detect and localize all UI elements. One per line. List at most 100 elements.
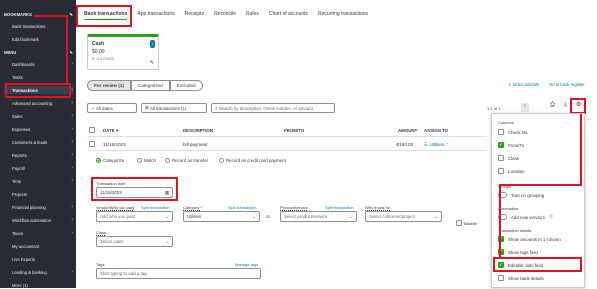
col-assign-to: ASSIGN TO (424, 128, 449, 133)
tab-reconcile[interactable]: Reconcile (214, 11, 236, 20)
product-select[interactable]: Select product/service ⌄ (280, 211, 357, 222)
chevron-right-icon: › (71, 217, 73, 223)
category-select[interactable]: Utilities ⌄ (183, 211, 260, 222)
sidebar-item-reports[interactable]: Reports › (4, 151, 73, 159)
pagination-label: 1-1 of 1 (487, 106, 501, 111)
prev-page-button[interactable]: ‹ (521, 103, 529, 112)
sidebar-item-financial-planning[interactable]: Financial planning › (4, 203, 73, 211)
col-description: DESCRIPTION (183, 128, 214, 133)
print-icon[interactable]: ⎙ (550, 102, 555, 109)
chevron-right-icon: › (71, 204, 73, 210)
row-description: bill payment (183, 142, 208, 147)
sidebar-item-time[interactable]: Time › (4, 177, 73, 185)
add-vendors-toggle[interactable]: Add new vendors ⓘ (498, 214, 553, 220)
tags-input[interactable]: Start typing to add a tag (96, 268, 261, 279)
sidebar-item-customers-leads[interactable]: Customers & leads › (4, 138, 73, 146)
pending-badge: 1 (150, 40, 155, 48)
sidebar-item-workflow-automation[interactable]: Workflow automation › (4, 216, 73, 224)
chevron-down-icon: ⌄ (165, 213, 169, 219)
column-location[interactable]: Location (498, 168, 525, 174)
chevron-right-icon: › (71, 100, 73, 106)
sidebar-item-taxes[interactable]: Taxes › (4, 229, 73, 237)
video-tutorials-link[interactable]: ⊙ Video tutorials (508, 82, 539, 87)
sort-down-icon: ▾ (115, 128, 119, 133)
col-date[interactable]: DATE ▾ (103, 128, 118, 134)
sidebar-item-sales[interactable]: Sales › (4, 112, 73, 120)
sidebar-item-payroll[interactable]: Payroll › (4, 164, 73, 172)
edit-icon[interactable]: ✎ (69, 50, 73, 55)
vendor-input[interactable]: Add who you paid ⌄ (96, 211, 173, 222)
sidebar-item-advanced-accounting[interactable]: Advanced accounting › (4, 99, 73, 107)
refresh-icon[interactable]: ⟳ (92, 57, 95, 61)
tab-rules[interactable]: Rules (246, 11, 259, 20)
dates-filter[interactable]: ⌄ All dates (87, 103, 137, 113)
chevron-down-icon: ⌄ (434, 213, 438, 219)
split-transaction-link-3[interactable]: Split transaction (325, 205, 353, 210)
sidebar-item-expenses[interactable]: Expenses › (4, 125, 73, 133)
detail-amounts-one-column[interactable]: ✓ Show amounts in 1 column (498, 236, 561, 242)
chevron-down-icon: ⌄ (349, 213, 353, 219)
highlight-transactions (5, 83, 71, 98)
class-select[interactable]: Select class ⌄ (96, 236, 173, 247)
automation-heading: Automation (498, 206, 519, 211)
sidebar-item-projects[interactable]: Projects (4, 190, 73, 198)
chevron-right-icon: › (71, 269, 73, 275)
tab-for-review[interactable]: For review (1) (87, 80, 131, 91)
column-check-no[interactable]: Check No. (498, 129, 529, 135)
edit-icon[interactable]: ✎ (69, 12, 73, 17)
transactions-filter[interactable]: ⊞ All transactions (1) (141, 103, 207, 113)
split-transaction-link-1[interactable]: Split transaction (141, 205, 169, 210)
connector-down (499, 184, 501, 258)
chevron-right-icon: › (71, 87, 73, 93)
chevron-up-icon: ⌃ (445, 142, 450, 147)
grouping-toggle[interactable]: Turn on grouping (498, 192, 544, 198)
detail-show-tags[interactable]: ✓ Show tags field (498, 249, 538, 255)
tab-receipts[interactable]: Receipts (185, 11, 204, 20)
account-card[interactable]: Cash $0.00 ⟳ 11/17/2023 1 ✎ (87, 34, 159, 70)
search-input[interactable]: ⌕ Search by description, check number, o… (211, 103, 335, 113)
header-divider (87, 136, 487, 137)
select-all-checkbox[interactable] (89, 127, 95, 134)
columns-heading: Columns (498, 120, 514, 125)
tab-excluded[interactable]: Excluded (169, 80, 203, 91)
chevron-right-icon: › (71, 61, 73, 67)
column-from-to[interactable]: ✓ From/To (498, 142, 524, 148)
highlight-bookmarks-area (34, 15, 68, 83)
chevron-down-icon: ⌄ (252, 213, 256, 219)
customer-label: Who it was for (365, 205, 391, 210)
export-icon[interactable]: ⇩ (563, 102, 568, 109)
customer-select[interactable]: Select customer/project ⌄ (365, 211, 442, 222)
billable-checkbox[interactable]: Billable (456, 220, 477, 226)
tab-recurring-transactions[interactable]: Recurring transactions (318, 11, 368, 20)
account-name: Cash (92, 41, 105, 47)
row-checkbox[interactable] (89, 141, 95, 148)
highlight-settings-gear (570, 98, 586, 114)
sidebar-item-live-experts[interactable]: Live Experts (4, 255, 73, 263)
manage-tags-link[interactable]: Manage tags (235, 262, 258, 267)
radio-record-transfer[interactable]: Record as transfer (165, 158, 208, 163)
highlight-editable-date (493, 257, 582, 272)
radio-match[interactable]: Match (137, 158, 156, 163)
chevron-right-icon: › (71, 126, 73, 132)
account-balance: $0.00 (92, 49, 105, 55)
tab-app-transactions[interactable]: App transactions (137, 11, 174, 20)
pencil-icon[interactable]: ✎ (150, 60, 154, 66)
review-tabs: For review (1) Categorized Excluded (87, 80, 203, 91)
column-class[interactable]: Class (498, 155, 519, 161)
sidebar-item-my-accountant[interactable]: My accountant (4, 242, 73, 250)
row-assign-to[interactable]: ☰ Utilities ⌃ (424, 142, 449, 148)
tab-chart-of-accounts[interactable]: Chart of accounts (269, 11, 308, 20)
split-transaction-link-2[interactable]: Split transaction (228, 205, 256, 210)
info-icon: ⓘ (548, 214, 554, 219)
radio-categorize[interactable]: Categorize (96, 158, 124, 163)
radio-record-cc-payment[interactable]: Record as credit card payment (219, 158, 286, 163)
chevron-right-icon: › (71, 152, 73, 158)
highlight-transaction-date (91, 177, 178, 201)
chevron-right-icon: › (71, 139, 73, 145)
go-to-bank-register-link[interactable]: Go to bank register (549, 82, 585, 87)
chevron-right-icon: › (71, 230, 73, 236)
vendor-label: Vendor/Who you paid (96, 205, 135, 210)
sidebar-item-lending-banking[interactable]: Lending & banking › (4, 268, 73, 276)
tab-categorized[interactable]: Categorized (130, 80, 170, 91)
detail-show-bank-details[interactable]: Show bank details (498, 275, 544, 281)
